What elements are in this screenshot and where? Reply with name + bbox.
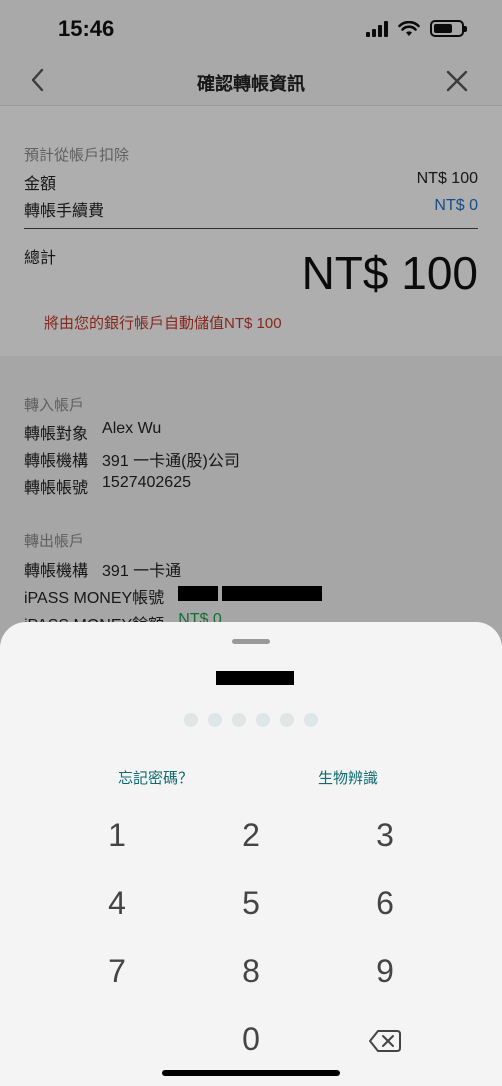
keypad-key-9[interactable]: 9 (340, 943, 430, 999)
home-indicator (162, 1070, 340, 1076)
keypad-key-6[interactable]: 6 (340, 875, 430, 931)
pin-dot (280, 713, 294, 727)
pin-dot (256, 713, 270, 727)
keypad-key-7[interactable]: 7 (72, 943, 162, 999)
keypad-key-5[interactable]: 5 (206, 875, 296, 931)
backspace-key[interactable] (340, 1012, 430, 1068)
pin-entry-sheet: 忘記密碼？ 生物辨識 1 2 3 4 5 6 7 8 9 0 (0, 622, 502, 1086)
pin-dot (184, 713, 198, 727)
pin-dot (304, 713, 318, 727)
backspace-icon (369, 1030, 401, 1052)
pin-dot (208, 713, 222, 727)
pin-dots (184, 713, 318, 727)
keypad-key-3[interactable]: 3 (340, 807, 430, 863)
sheet-grabber[interactable] (232, 639, 270, 644)
keypad-key-0[interactable]: 0 (206, 1011, 296, 1067)
biometric-link[interactable]: 生物辨識 (318, 767, 378, 788)
keypad-key-1[interactable]: 1 (72, 807, 162, 863)
forgot-password-link[interactable]: 忘記密碼？ (118, 767, 193, 788)
keypad-key-4[interactable]: 4 (72, 875, 162, 931)
pin-dot (232, 713, 246, 727)
keypad-key-2[interactable]: 2 (206, 807, 296, 863)
keypad-key-8[interactable]: 8 (206, 943, 296, 999)
redacted-title (216, 671, 294, 685)
